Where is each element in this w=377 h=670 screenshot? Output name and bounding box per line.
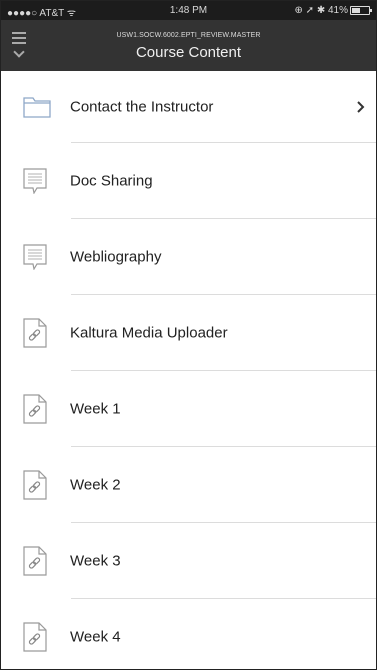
list-item-week-3[interactable]: Week 3 xyxy=(1,523,376,599)
link-document-icon xyxy=(23,318,47,348)
link-document-icon xyxy=(23,470,47,500)
chevron-right-icon xyxy=(357,101,365,113)
list-item-week-1[interactable]: Week 1 xyxy=(1,371,376,447)
list-item-label: Kaltura Media Uploader xyxy=(70,324,228,342)
list-item-label: Contact the Instructor xyxy=(70,98,214,116)
status-bar: ●●●●○ AT&T ᯤ 1:48 PM ⊕ ➚ ✱ 41% xyxy=(1,1,376,20)
list-item-week-4[interactable]: Week 4 xyxy=(1,599,376,669)
list-item-week-2[interactable]: Week 2 xyxy=(1,447,376,523)
link-document-icon xyxy=(23,394,47,424)
document-icon xyxy=(23,244,47,270)
status-indicators: ⊕ ➚ ✱ 41% xyxy=(294,5,349,16)
list-item-contact-instructor[interactable]: Contact the Instructor xyxy=(1,71,376,143)
content-list: Contact the Instructor Doc Sharing Webli… xyxy=(1,71,376,669)
app-screen: ●●●●○ AT&T ᯤ 1:48 PM ⊕ ➚ ✱ 41% USW1.SOCW… xyxy=(0,0,377,670)
folder-icon xyxy=(23,97,51,118)
list-item-label: Week 2 xyxy=(70,476,121,494)
list-item-label: Doc Sharing xyxy=(70,172,153,190)
list-item-doc-sharing[interactable]: Doc Sharing xyxy=(1,143,376,219)
page-title: Course Content xyxy=(135,44,242,61)
list-item-webliography[interactable]: Webliography xyxy=(1,219,376,295)
list-item-kaltura-media-uploader[interactable]: Kaltura Media Uploader xyxy=(1,295,376,371)
link-document-icon xyxy=(23,622,47,652)
list-item-label: Week 1 xyxy=(70,400,121,418)
document-icon xyxy=(23,168,47,194)
nav-bar: USW1.SOCW.6002.EPTI_REVIEW.MASTER Course… xyxy=(1,20,376,71)
course-code: USW1.SOCW.6002.EPTI_REVIEW.MASTER xyxy=(116,32,261,39)
battery-icon xyxy=(350,6,372,15)
list-item-label: Week 3 xyxy=(70,552,121,570)
link-document-icon xyxy=(23,546,47,576)
list-item-label: Week 4 xyxy=(70,628,121,646)
list-item-label: Webliography xyxy=(70,248,162,266)
